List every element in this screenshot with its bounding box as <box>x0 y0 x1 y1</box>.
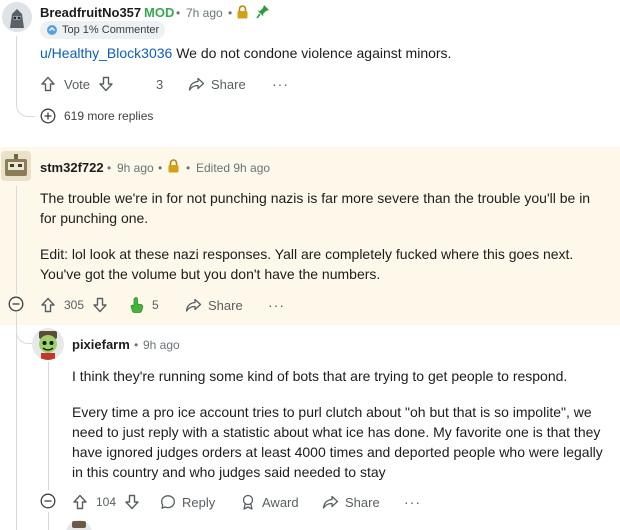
thread-curve <box>48 512 65 530</box>
avatar-pixiefarm[interactable] <box>32 328 64 360</box>
knight-avatar-icon <box>2 2 32 32</box>
more-icon[interactable]: ··· <box>404 494 421 510</box>
share-label: Share <box>208 297 243 313</box>
comment-paragraph: Every time a pro ice account tries to pu… <box>72 404 603 480</box>
comment-time[interactable]: 9h ago <box>143 338 180 352</box>
vote-label: Vote <box>64 76 91 92</box>
comment-count: 3 <box>156 77 164 92</box>
pin-icon <box>256 5 269 19</box>
comment-author[interactable]: stm32f722 <box>40 160 104 175</box>
award-hand-icon <box>130 297 144 313</box>
flair-text: Top 1% Commenter <box>62 24 160 36</box>
more-icon[interactable]: ··· <box>268 297 285 313</box>
vote-group: 305 <box>40 295 108 315</box>
comment-time[interactable]: 9h ago <box>117 161 154 175</box>
share-icon <box>188 77 205 91</box>
user-mention-link[interactable]: u/Healthy_Block3036 <box>40 45 172 61</box>
vote-group: Vote <box>40 74 114 94</box>
more-replies-text: 619 more replies <box>64 109 154 123</box>
mod-badge: MOD <box>144 5 175 20</box>
comment-paragraph: Edit: lol look at these nazi responses. … <box>40 246 574 282</box>
vote-group: 104 <box>72 492 140 512</box>
plus-circle-icon <box>40 108 56 124</box>
minus-circle-icon[interactable] <box>40 493 56 509</box>
award-button[interactable]: Award <box>240 492 299 512</box>
user-flair: Top 1% Commenter <box>40 21 166 39</box>
upvote-icon[interactable] <box>72 494 88 510</box>
avatar-next-reply[interactable] <box>66 520 92 530</box>
share-label: Share <box>211 76 246 92</box>
thread-curve <box>16 98 35 117</box>
separator-dot: • <box>228 6 233 20</box>
sparkle-badge-icon <box>47 25 57 35</box>
thread-line <box>16 312 17 530</box>
more-icon[interactable]: ··· <box>272 76 289 92</box>
upvote-icon[interactable] <box>40 297 56 313</box>
share-button[interactable]: Share <box>188 74 246 94</box>
robot-avatar-icon <box>1 151 31 181</box>
lock-icon <box>237 5 248 19</box>
downvote-icon[interactable] <box>124 494 140 510</box>
upvote-icon[interactable] <box>40 76 56 92</box>
minus-circle-icon[interactable] <box>8 296 24 312</box>
edited-label: Edited 9h ago <box>196 161 271 175</box>
share-icon <box>322 495 339 509</box>
comment-author[interactable]: pixiefarm <box>72 337 130 352</box>
share-label: Share <box>345 494 380 510</box>
more-replies-button[interactable]: 619 more replies <box>40 107 153 125</box>
downvote-icon[interactable] <box>92 297 108 313</box>
avatar-breadfruit[interactable] <box>2 2 32 32</box>
award-count: 5 <box>152 298 159 312</box>
share-button[interactable]: Share <box>322 492 380 512</box>
comment-time[interactable]: 7h ago <box>186 6 223 20</box>
award-label: Award <box>262 494 299 510</box>
share-icon <box>185 298 202 312</box>
thread-line <box>16 36 17 104</box>
thread-curve <box>16 325 33 344</box>
snoo-avatar-icon <box>32 328 64 360</box>
reply-button[interactable]: Reply <box>160 492 215 512</box>
lock-icon <box>168 159 179 173</box>
vote-score: 104 <box>96 495 117 509</box>
share-button[interactable]: Share <box>185 295 243 315</box>
separator-dot: • <box>176 6 181 20</box>
comment-author[interactable]: BreadfruitNo357 <box>40 5 141 20</box>
thread-line <box>16 186 17 294</box>
award-icon <box>242 494 254 510</box>
avatar-stm32f722[interactable] <box>1 151 31 181</box>
comment-text: We do not condone violence against minor… <box>172 45 452 61</box>
comment-paragraph: I think they're running some kind of bot… <box>72 368 568 384</box>
separator-dot: • <box>158 161 163 175</box>
reply-label: Reply <box>182 494 216 510</box>
reply-icon <box>161 495 175 509</box>
award-button[interactable]: 5 <box>128 295 159 315</box>
comment-body: u/Healthy_Block3036 We do not condone vi… <box>40 43 610 63</box>
comment-paragraph: The trouble we're in for not punching na… <box>40 190 591 226</box>
downvote-icon[interactable] <box>98 76 114 92</box>
separator-dot: • <box>186 161 191 175</box>
separator-dot: • <box>107 161 112 175</box>
separator-dot: • <box>134 338 139 352</box>
thread-line <box>48 362 49 490</box>
vote-score: 305 <box>64 298 85 312</box>
avatar-icon <box>66 520 92 530</box>
